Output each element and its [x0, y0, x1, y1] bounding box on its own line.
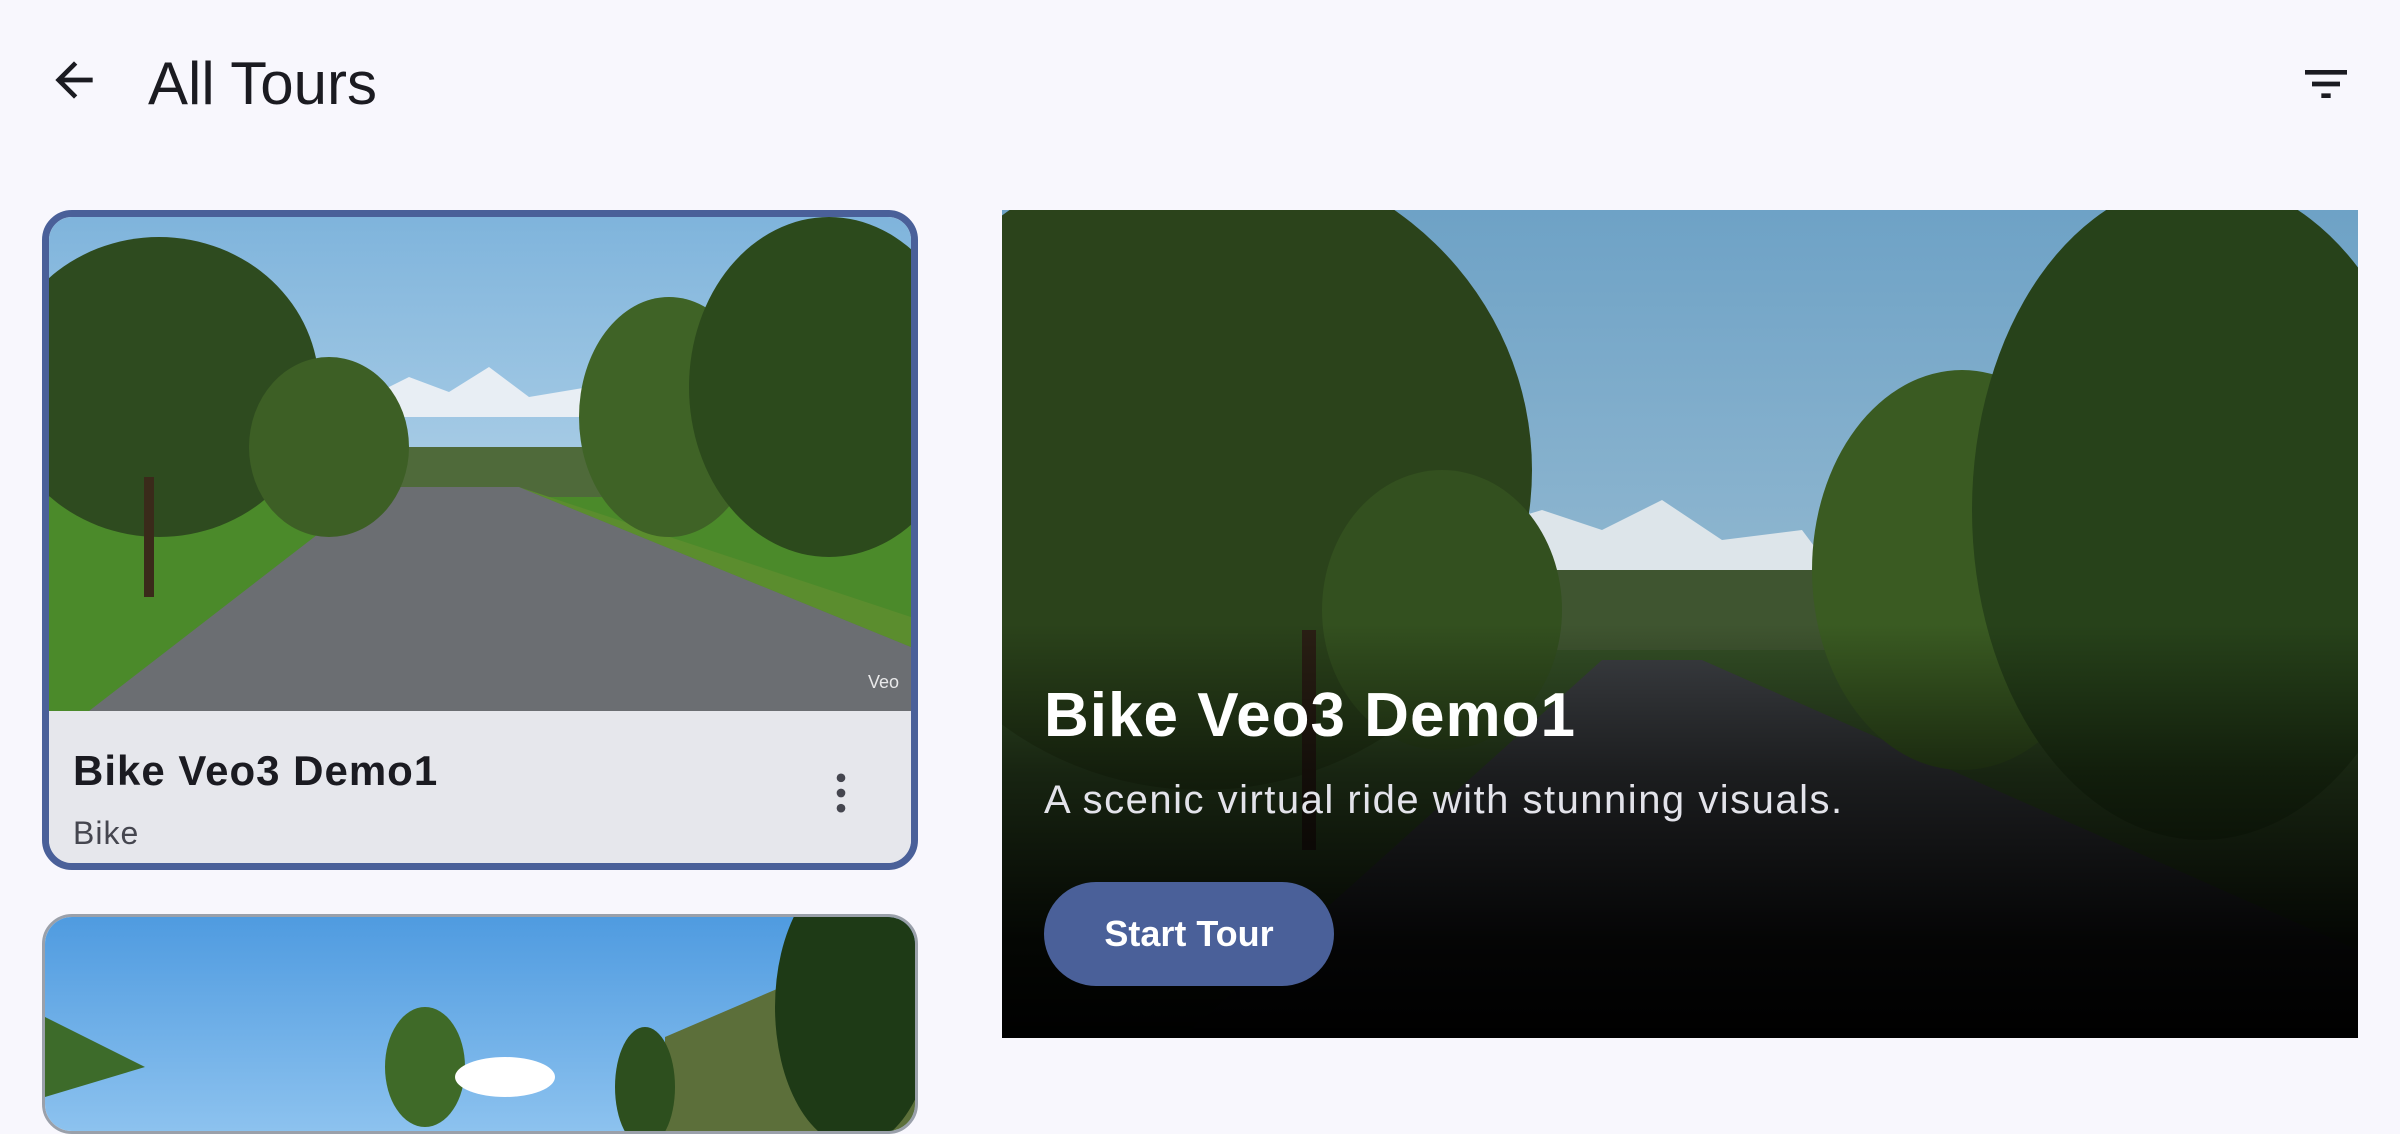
tour-card[interactable]: [42, 914, 918, 1134]
tour-thumbnail: [45, 917, 915, 1131]
more-vert-icon: [836, 773, 846, 813]
tour-card-info: Bike Veo3 Demo1 Bike: [49, 711, 911, 863]
top-app-bar: All Tours: [0, 0, 2400, 168]
tour-card[interactable]: Veo Bike Veo3 Demo1 Bike: [42, 210, 918, 870]
tour-detail-hero: Bike Veo3 Demo1 A scenic virtual ride wi…: [1002, 210, 2358, 1038]
tour-thumbnail: Veo: [49, 217, 911, 711]
detail-description: A scenic virtual ride with stunning visu…: [1044, 778, 1844, 822]
tour-title: Bike Veo3 Demo1: [73, 747, 439, 794]
detail-title: Bike Veo3 Demo1: [1044, 681, 1576, 750]
start-tour-button[interactable]: Start Tour: [1044, 882, 1334, 986]
back-button[interactable]: [38, 44, 110, 116]
more-options-button[interactable]: [809, 761, 873, 825]
arrow-back-icon: [55, 61, 93, 99]
page-title: All Tours: [148, 50, 377, 117]
filter-icon: [2305, 70, 2347, 98]
tour-category: Bike: [73, 815, 140, 851]
filter-button[interactable]: [2290, 48, 2362, 120]
veo-watermark: Veo: [867, 672, 899, 692]
